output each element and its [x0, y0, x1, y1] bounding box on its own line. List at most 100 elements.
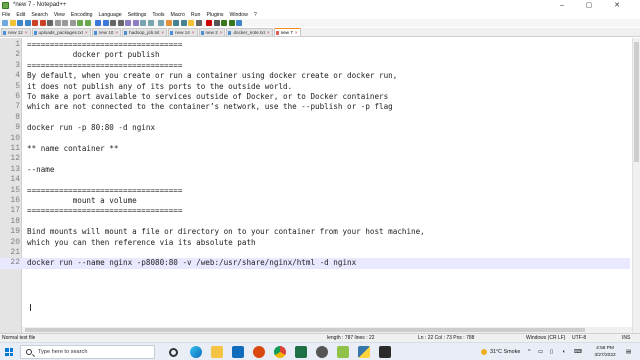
line-text[interactable]: ================================== — [27, 40, 182, 50]
tab-new-12[interactable]: new 12 × — [1, 28, 31, 36]
undo-icon[interactable] — [77, 20, 83, 26]
editor-line[interactable]: 8 — [0, 113, 630, 123]
editor-line[interactable]: 12 — [0, 154, 630, 164]
menu-view[interactable]: View — [54, 11, 65, 19]
all-chars-icon[interactable] — [147, 20, 154, 26]
tab-close-icon[interactable]: × — [267, 30, 270, 35]
editor-line[interactable]: 9 docker run -p 80:80 -d nginx — [0, 123, 630, 133]
tab-docker-note[interactable]: docker_note.txt × — [226, 28, 273, 36]
menu-macro[interactable]: Macro — [171, 11, 185, 19]
scrollbar-thumb[interactable] — [634, 42, 639, 162]
line-text[interactable]: docker port publish — [27, 50, 160, 60]
cut-icon[interactable] — [54, 20, 61, 26]
editor-line[interactable]: 22 docker run --name nginx -p8080:80 -v /… — [0, 258, 630, 269]
editor-line[interactable]: 10 — [0, 134, 630, 144]
tab-close-icon[interactable]: × — [115, 30, 118, 35]
scrollbar-thumb[interactable] — [25, 328, 585, 332]
record-icon[interactable] — [206, 20, 212, 26]
find-icon[interactable] — [95, 20, 101, 26]
camera-icon[interactable] — [253, 346, 265, 358]
editor-line[interactable]: 1 ================================== — [0, 40, 630, 50]
python-icon[interactable] — [358, 346, 370, 358]
weather-text[interactable]: 31°C Smoke — [490, 343, 520, 360]
zoom-in-icon[interactable] — [110, 20, 116, 26]
monitor-icon[interactable] — [195, 20, 202, 26]
play-multi-icon[interactable] — [228, 20, 235, 26]
menu-help[interactable]: ? — [254, 11, 257, 19]
editor-line[interactable]: 2 docker port publish — [0, 50, 630, 60]
taskbar-search-box[interactable]: Type here to search — [20, 345, 155, 359]
copy-icon[interactable] — [62, 20, 68, 26]
maximize-button[interactable]: ▢ — [578, 0, 600, 11]
tab-close-icon[interactable]: × — [220, 30, 223, 35]
indent-guide-icon[interactable] — [158, 20, 164, 26]
editor-line[interactable]: 7 which are not connected to the containe… — [0, 102, 630, 112]
line-text[interactable]: ================================== — [27, 61, 182, 71]
tab-new-2[interactable]: new 2 × — [198, 28, 226, 36]
edge-icon[interactable] — [190, 346, 202, 358]
lang-icon[interactable] — [165, 20, 172, 26]
editor-line[interactable]: 6 To make a port available to services ou… — [0, 92, 630, 102]
editor-line[interactable]: 21 — [0, 248, 630, 258]
tab-new-7[interactable]: new 7 × — [273, 28, 301, 36]
line-text[interactable]: which you can then reference via its abs… — [27, 238, 256, 248]
line-text[interactable]: ** name container ** — [27, 144, 118, 154]
new-file-icon[interactable] — [2, 20, 8, 26]
play-icon[interactable] — [221, 20, 227, 26]
editor-line[interactable]: 19 Bind mounts will mount a file or direc… — [0, 227, 630, 237]
word-wrap-icon[interactable] — [140, 20, 146, 26]
sync-v-icon[interactable] — [125, 20, 131, 26]
tab-new-10[interactable]: new 10 × — [91, 28, 122, 36]
function-list-icon[interactable] — [180, 20, 187, 26]
stop-icon[interactable] — [213, 20, 220, 26]
paste-icon[interactable] — [69, 20, 76, 26]
save-icon[interactable] — [17, 20, 23, 26]
line-text[interactable]: which are not connected to the container… — [27, 102, 393, 112]
close-button[interactable]: ✕ — [606, 0, 628, 11]
language-icon[interactable]: ⌨ — [574, 343, 582, 360]
editor-line[interactable]: 11 ** name container ** — [0, 144, 630, 154]
sync-h-icon[interactable] — [132, 20, 139, 26]
line-text[interactable]: mount a volume — [27, 196, 137, 206]
network-icon[interactable]: ▭ — [538, 343, 543, 360]
chrome-icon[interactable] — [274, 346, 286, 360]
file-explorer-icon[interactable] — [211, 346, 223, 358]
line-text[interactable]: ================================== — [27, 206, 182, 216]
tab-close-icon[interactable]: × — [25, 30, 28, 35]
editor-line[interactable]: 20 which you can then reference via its a… — [0, 238, 630, 248]
editor-area[interactable]: 1 ================================== 2 doc… — [0, 38, 640, 333]
line-text[interactable]: it does not publish any of its ports to … — [27, 82, 292, 92]
editor-line[interactable]: 18 — [0, 217, 630, 227]
menu-tools[interactable]: Tools — [152, 11, 164, 19]
tab-close-icon[interactable]: × — [295, 30, 298, 35]
redo-icon[interactable] — [84, 20, 91, 26]
open-file-icon[interactable] — [9, 20, 16, 26]
line-text[interactable]: ================================== — [27, 186, 182, 196]
tab-new-14[interactable]: new 14 × — [167, 28, 198, 36]
tab-uploads-packages[interactable]: uploads_packages.txt × — [31, 28, 91, 36]
notification-icon[interactable]: ▤ — [626, 343, 631, 360]
tab-hadoop-job[interactable]: hadoop_job.txt × — [122, 28, 167, 36]
menu-language[interactable]: Language — [99, 11, 122, 19]
menu-edit[interactable]: Edit — [16, 11, 25, 19]
doc-map-icon[interactable] — [173, 20, 179, 26]
menu-run[interactable]: Run — [191, 11, 201, 19]
editor-line[interactable]: 17 ================================== — [0, 206, 630, 216]
tab-close-icon[interactable]: × — [192, 30, 195, 35]
replace-icon[interactable] — [102, 20, 109, 26]
editor-line[interactable]: 13 --name — [0, 165, 630, 175]
save-all-icon[interactable] — [24, 20, 31, 26]
folder-icon[interactable] — [188, 20, 194, 26]
spreadsheet-icon[interactable] — [295, 346, 307, 358]
line-text[interactable]: By default, when you create or run a con… — [27, 71, 397, 81]
menu-plugins[interactable]: Plugins — [206, 11, 223, 19]
close-icon[interactable] — [32, 20, 38, 26]
line-text[interactable]: docker run --name nginx -p8080:80 -v /we… — [27, 258, 356, 268]
save-macro-icon[interactable] — [236, 20, 242, 26]
print-icon[interactable] — [47, 20, 53, 26]
editor-line[interactable]: 15 ================================== — [0, 186, 630, 196]
menu-settings[interactable]: Settings — [128, 11, 147, 19]
taskbar-clock[interactable]: 4:58 PM 3/27/2022 — [590, 345, 620, 359]
tab-close-icon[interactable]: × — [161, 30, 164, 35]
vertical-scrollbar[interactable] — [632, 38, 640, 333]
